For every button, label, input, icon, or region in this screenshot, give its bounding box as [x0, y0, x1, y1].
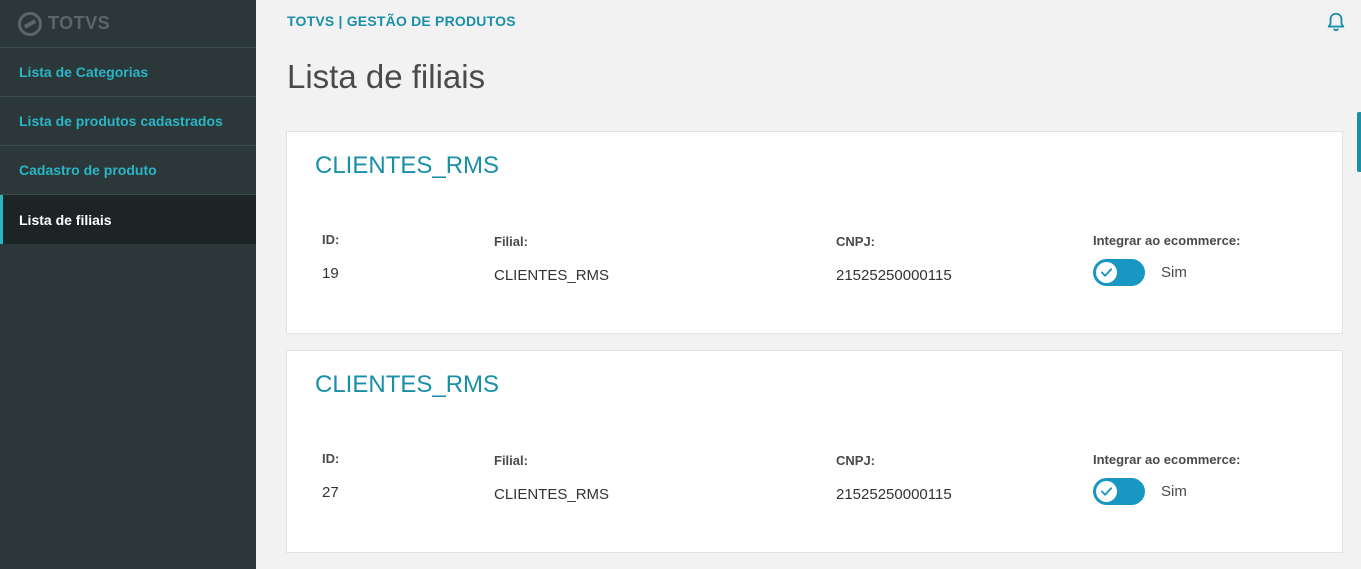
sidebar-item-cadastro-produto[interactable]: Cadastro de produto [0, 146, 256, 195]
id-label: ID: [322, 451, 340, 466]
totvs-logo-icon [18, 11, 42, 36]
toggle-knob [1096, 481, 1117, 502]
id-label: ID: [322, 232, 340, 247]
notification-bell-icon[interactable] [1325, 11, 1347, 33]
sidebar-item-lista-produtos[interactable]: Lista de produtos cadastrados [0, 97, 256, 146]
integrar-label: Integrar ao ecommerce: [1093, 452, 1241, 467]
integrar-label: Integrar ao ecommerce: [1093, 233, 1241, 248]
cnpj-value: 21525250000115 [836, 486, 952, 503]
integrar-toggle-label: Sim [1161, 264, 1187, 281]
filial-value: CLIENTES_RMS [494, 267, 610, 284]
branch-integrar-field: Integrar ao ecommerce: Sim [1093, 233, 1240, 286]
cnpj-value: 21525250000115 [836, 267, 952, 284]
toggle-knob [1096, 262, 1117, 283]
sidebar-item-lista-filiais[interactable]: Lista de filiais [0, 195, 256, 244]
filial-label: Filial: [494, 234, 528, 249]
branch-card-title: CLIENTES_RMS [315, 152, 500, 179]
branch-card: CLIENTES_RMS ID: 19 Filial: CLIENTES_RMS… [286, 131, 1343, 334]
scrollbar-thumb[interactable] [1357, 112, 1361, 172]
cnpj-label: CNPJ: [836, 234, 876, 249]
sidebar: TOTVS Lista de Categorias Lista de produ… [0, 0, 256, 569]
logo-text: TOTVS [48, 13, 111, 33]
page-title: Lista de filiais [287, 58, 486, 95]
branch-filial-field: Filial: CLIENTES_RMS [494, 234, 609, 284]
filial-label: Filial: [494, 453, 528, 468]
cnpj-label: CNPJ: [836, 453, 876, 468]
integrar-toggle[interactable] [1093, 259, 1145, 286]
branch-card: CLIENTES_RMS ID: 27 Filial: CLIENTES_RMS… [286, 350, 1343, 553]
branch-integrar-field: Integrar ao ecommerce: Sim [1093, 452, 1240, 505]
check-icon [1100, 268, 1113, 277]
id-value: 19 [322, 265, 339, 282]
filial-value: CLIENTES_RMS [494, 486, 610, 503]
sidebar-item-lista-categorias[interactable]: Lista de Categorias [0, 48, 256, 97]
branch-card-title: CLIENTES_RMS [315, 371, 500, 398]
app-title: TOTVS | GESTÃO DE PRODUTOS [287, 13, 516, 29]
branch-id-field: ID: 27 [322, 451, 339, 501]
integrar-toggle-label: Sim [1161, 483, 1187, 500]
integrar-toggle[interactable] [1093, 478, 1145, 505]
totvs-logo[interactable]: TOTVS [0, 0, 256, 48]
branch-cnpj-field: CNPJ: 21525250000115 [836, 453, 952, 503]
main-content: TOTVS | GESTÃO DE PRODUTOS Lista de fili… [256, 0, 1361, 569]
branch-filial-field: Filial: CLIENTES_RMS [494, 453, 609, 503]
branch-cnpj-field: CNPJ: 21525250000115 [836, 234, 952, 284]
id-value: 27 [322, 484, 339, 501]
check-icon [1100, 487, 1113, 496]
branch-id-field: ID: 19 [322, 232, 339, 282]
